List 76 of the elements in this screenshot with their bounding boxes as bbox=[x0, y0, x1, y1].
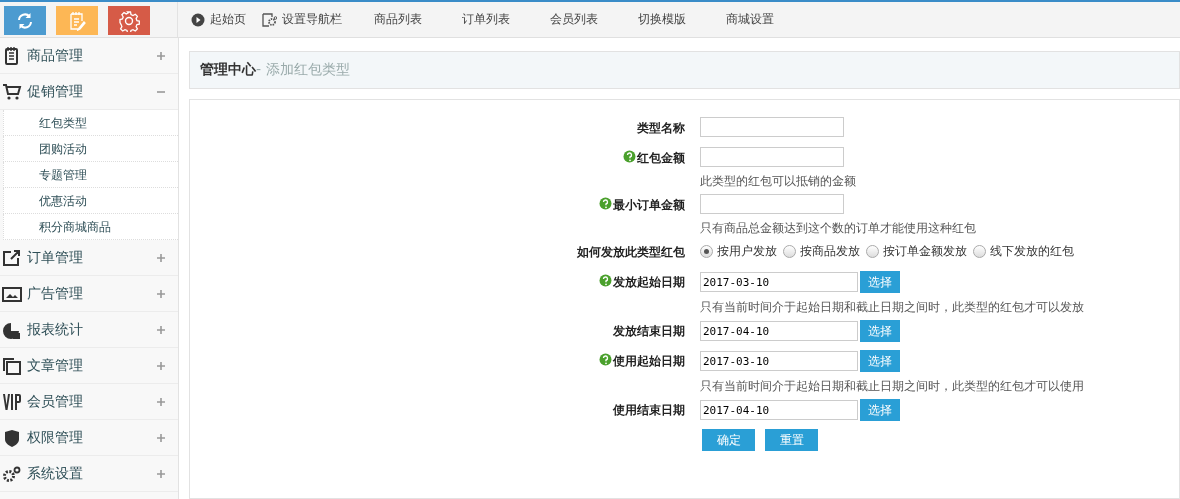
help-icon[interactable] bbox=[599, 274, 612, 287]
help-icon[interactable] bbox=[599, 353, 612, 366]
page-title: - 添加红包类型 bbox=[256, 61, 350, 79]
shield-icon bbox=[2, 428, 22, 447]
sidebar-subitem[interactable]: 积分商城商品 bbox=[3, 214, 178, 240]
field-label: 如何发放此类型红包 bbox=[577, 244, 685, 261]
edit-button[interactable] bbox=[56, 6, 98, 35]
field-hint: 只有当前时间介于起始日期和截止日期之间时，此类型的红包才可以使用 bbox=[700, 378, 1084, 395]
sidebar-menu-item[interactable]: 会员管理 bbox=[0, 384, 178, 420]
date-field[interactable]: 2017-03-10 bbox=[700, 351, 858, 371]
sidebar-subitem[interactable]: 优惠活动 bbox=[3, 188, 178, 214]
sidebar-label: 文章管理 bbox=[27, 356, 84, 375]
sidebar-label: 会员管理 bbox=[27, 392, 84, 411]
breadcrumb-root: 管理中心 bbox=[200, 61, 256, 79]
date-field[interactable]: 2017-03-10 bbox=[700, 272, 858, 292]
nav-link[interactable]: 会员列表 bbox=[534, 11, 622, 28]
nav-link[interactable]: 订单列表 bbox=[446, 11, 534, 28]
image-icon bbox=[2, 284, 22, 303]
refresh-button[interactable] bbox=[4, 6, 46, 35]
text-field[interactable] bbox=[700, 194, 844, 214]
sidebar-subitem[interactable]: 团购活动 bbox=[3, 136, 178, 162]
nav-link[interactable]: 商品列表 bbox=[358, 11, 446, 28]
field-label: 使用起始日期 bbox=[613, 353, 685, 370]
field-hint: 此类型的红包可以抵销的金额 bbox=[700, 173, 856, 190]
radio-label: 线下发放的红包 bbox=[990, 242, 1074, 260]
field-label: 使用结束日期 bbox=[613, 402, 685, 419]
help-icon[interactable] bbox=[599, 197, 612, 210]
sidebar-label: 报表统计 bbox=[27, 320, 84, 339]
radio-button[interactable] bbox=[866, 244, 879, 258]
radio-label: 按用户发放 bbox=[717, 242, 777, 260]
external-link-icon bbox=[2, 248, 22, 267]
refresh-icon bbox=[15, 10, 35, 31]
sidebar-menu-item[interactable]: 文章管理 bbox=[0, 348, 178, 384]
field-hint: 只有商品总金额达到这个数的订单才能使用这种红包 bbox=[700, 220, 976, 237]
help-icon[interactable] bbox=[623, 150, 636, 163]
date-field[interactable]: 2017-04-10 bbox=[700, 400, 858, 420]
play-icon bbox=[191, 12, 205, 27]
sidebar-menu-item[interactable]: 商品管理 bbox=[0, 38, 178, 74]
sidebar-menu-item[interactable]: 订单管理 bbox=[0, 240, 178, 276]
field-hint: 只有当前时间介于起始日期和截止日期之间时，此类型的红包才可以发放 bbox=[700, 299, 1084, 316]
sidebar-label: 系统设置 bbox=[27, 464, 84, 483]
radio-button[interactable] bbox=[973, 244, 986, 258]
cart-icon bbox=[2, 82, 22, 101]
sidebar-subitem[interactable]: 红包类型 bbox=[3, 110, 178, 136]
sidebar-menu-item[interactable]: 广告管理 bbox=[0, 276, 178, 312]
radio-button[interactable] bbox=[783, 244, 796, 258]
field-label: 发放起始日期 bbox=[613, 274, 685, 291]
sidebar-label: 促销管理 bbox=[27, 82, 84, 101]
nav-link[interactable]: 商城设置 bbox=[710, 11, 798, 28]
field-label: 类型名称 bbox=[637, 120, 685, 137]
field-label: 红包金额 bbox=[637, 150, 685, 167]
notepad-pencil-icon bbox=[67, 10, 87, 31]
nav-link[interactable]: 切换模版 bbox=[622, 11, 710, 28]
sidebar-label: 权限管理 bbox=[27, 428, 84, 447]
date-field[interactable]: 2017-04-10 bbox=[700, 321, 858, 341]
vip-icon bbox=[2, 392, 22, 411]
radio-label: 按订单金额发放 bbox=[883, 242, 967, 260]
sidebar-menu-item[interactable]: 系统设置 bbox=[0, 456, 178, 492]
radio-button[interactable] bbox=[700, 244, 713, 258]
radio-label: 按商品发放 bbox=[800, 242, 860, 260]
text-field[interactable] bbox=[700, 147, 844, 167]
pie-chart-icon bbox=[2, 320, 22, 339]
nav-link[interactable]: 设置导航栏 bbox=[262, 11, 342, 28]
field-label: 最小订单金额 bbox=[613, 197, 685, 214]
sidebar-label: 订单管理 bbox=[27, 248, 84, 267]
sidebar-label: 商品管理 bbox=[27, 46, 84, 65]
nav-link[interactable]: 起始页 bbox=[191, 11, 246, 28]
text-field[interactable] bbox=[700, 117, 844, 137]
settings-button[interactable] bbox=[108, 6, 150, 35]
sidebar-label: 广告管理 bbox=[27, 284, 84, 303]
settings-icon bbox=[118, 9, 140, 32]
sidebar-subitem[interactable]: 专题管理 bbox=[3, 162, 178, 188]
windows-icon bbox=[2, 356, 22, 375]
sidebar-menu-item[interactable]: 报表统计 bbox=[0, 312, 178, 348]
sidebar-menu-item[interactable]: 权限管理 bbox=[0, 420, 178, 456]
field-label: 发放结束日期 bbox=[613, 323, 685, 340]
